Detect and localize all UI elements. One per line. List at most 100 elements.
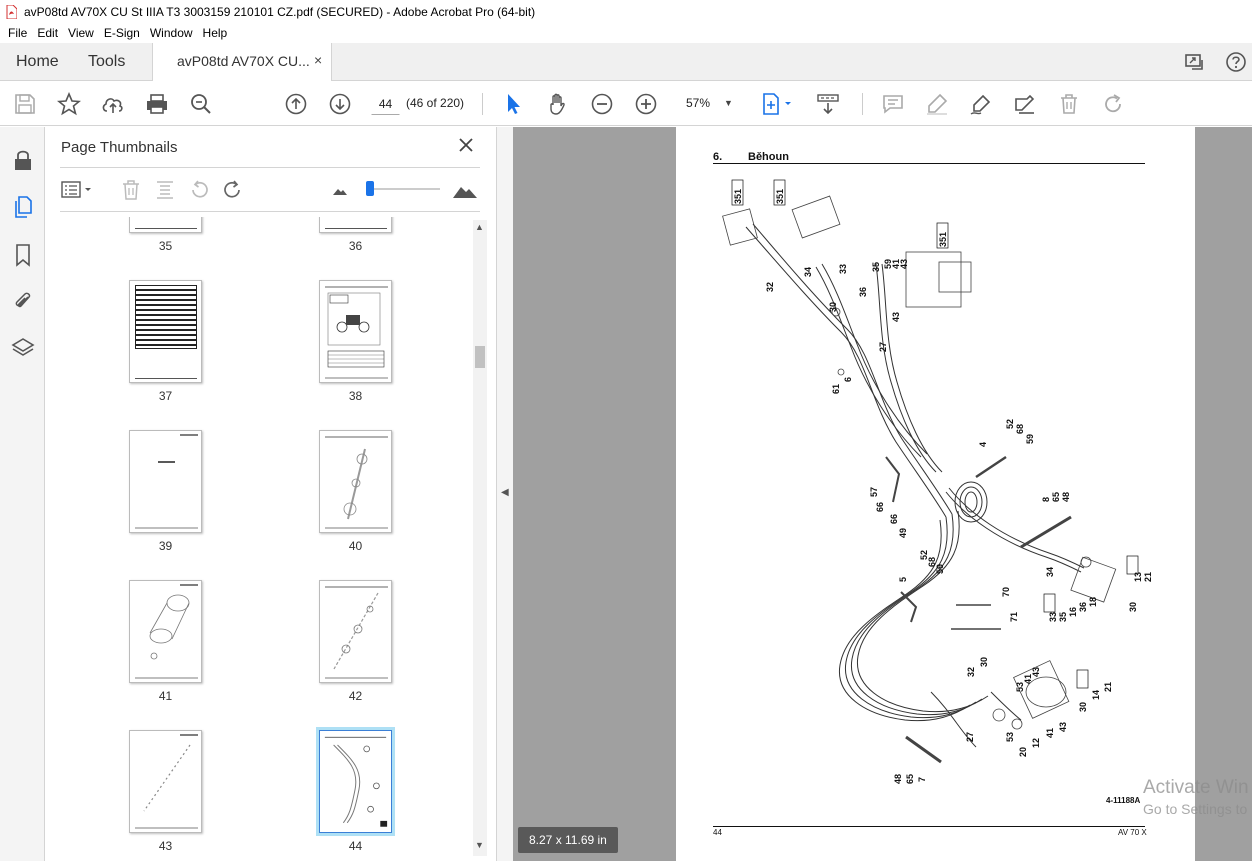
small-thumbnail-icon[interactable] — [332, 179, 348, 201]
main-toolbar: 44 (46 of 220) 57% ▼ — [0, 81, 1252, 126]
redo-icon[interactable] — [1101, 92, 1125, 116]
comment-icon[interactable] — [881, 92, 905, 116]
page-fit-icon[interactable] — [760, 92, 796, 116]
header-rule — [713, 163, 1145, 164]
callout: 30 — [828, 302, 838, 312]
callout: 43 — [891, 312, 901, 322]
tab-document[interactable]: avP08td AV70X CU... × — [152, 43, 332, 81]
thumbnail-label: 37 — [158, 389, 173, 403]
activation-watermark-hint: Go to Settings to — [1143, 801, 1248, 817]
page-size-badge: 8.27 x 11.69 in — [518, 827, 618, 853]
select-cursor-icon[interactable] — [502, 92, 526, 116]
rotate-left-icon[interactable] — [188, 179, 210, 201]
bookmarks-icon[interactable] — [11, 243, 35, 267]
page-thumbnail[interactable] — [319, 217, 392, 233]
page-footer-model: AV 70 X — [1118, 828, 1147, 837]
layers-icon[interactable] — [11, 336, 35, 360]
upload-cloud-icon[interactable] — [101, 92, 125, 116]
page-thumbnail[interactable] — [129, 580, 202, 683]
parts-diagram: 351 351 351 32 34 33 30 36 35 59 41 43 4… — [722, 179, 1153, 784]
menu-help[interactable]: Help — [198, 26, 233, 40]
page-thumbnail[interactable] — [129, 430, 202, 533]
page-thumbnail[interactable] — [129, 280, 202, 383]
thumbnail-scrollbar[interactable]: ▲ ▼ — [473, 220, 487, 856]
page-number-input[interactable]: 44 — [371, 92, 400, 115]
zoom-search-icon[interactable] — [189, 92, 213, 116]
page-thumbnail[interactable] — [319, 280, 392, 383]
callout: 43 — [1058, 722, 1068, 732]
page-thumbnail[interactable] — [319, 580, 392, 683]
tab-bar: Home Tools avP08td AV70X CU... × — [0, 43, 1252, 81]
draw-pen-icon[interactable] — [969, 92, 993, 116]
callout: 52 — [1005, 419, 1015, 429]
document-view[interactable]: 6. Běhoun 351 351 351 32 34 33 30 36 35 … — [513, 127, 1252, 861]
options-menu-icon[interactable] — [60, 179, 96, 201]
panel-splitter[interactable]: ◀ — [496, 127, 513, 861]
page-thumbnail[interactable] — [319, 430, 392, 533]
tab-tools[interactable]: Tools — [88, 53, 125, 71]
menu-esign[interactable]: E-Sign — [99, 26, 145, 40]
title-bar: avP08td AV70X CU St IIIA T3 3003159 2101… — [0, 0, 1252, 23]
thumbnail-label: 38 — [348, 389, 363, 403]
scroll-down-icon[interactable]: ▼ — [475, 840, 484, 850]
menu-edit[interactable]: Edit — [32, 26, 63, 40]
scroll-mode-icon[interactable] — [816, 92, 840, 116]
zoom-select[interactable]: 57% ▼ — [678, 92, 738, 115]
zoom-out-icon[interactable] — [590, 92, 614, 116]
panel-title: Page Thumbnails — [61, 139, 178, 156]
save-icon[interactable] — [13, 92, 37, 116]
zoom-in-icon[interactable] — [634, 92, 658, 116]
large-thumbnail-icon[interactable] — [452, 179, 478, 201]
scrollbar-thumb[interactable] — [475, 346, 485, 368]
bookmark-star-icon[interactable] — [56, 91, 82, 116]
tab-close-icon[interactable]: × — [314, 52, 322, 68]
page-thumbnail[interactable] — [129, 730, 202, 833]
share-screen-icon[interactable] — [1183, 51, 1205, 73]
delete-icon[interactable] — [1057, 92, 1081, 116]
collapse-panel-icon[interactable]: ◀ — [501, 487, 509, 498]
highlight-pen-icon[interactable] — [925, 92, 949, 116]
help-icon[interactable] — [1225, 51, 1247, 73]
page-thumbnails-icon[interactable] — [11, 195, 35, 219]
fill-sign-icon[interactable] — [1013, 92, 1037, 116]
callout: 32 — [966, 667, 976, 677]
menu-file[interactable]: File — [3, 26, 32, 40]
callout: 43 — [1031, 667, 1041, 677]
page-thumbnail-selected[interactable] — [316, 727, 395, 836]
callout: 35 — [871, 262, 881, 272]
callout: 21 — [1143, 572, 1153, 582]
thumbnail-label: 39 — [158, 539, 173, 553]
callout: 8 — [1041, 497, 1051, 502]
section-number: 6. — [713, 151, 723, 163]
pdf-file-icon — [6, 4, 17, 19]
toolbar-divider — [862, 93, 863, 115]
rotate-right-icon[interactable] — [222, 179, 244, 201]
callout: 43 — [899, 259, 909, 269]
print-icon[interactable] — [145, 92, 169, 116]
callout: 14 — [1091, 690, 1101, 700]
extract-pages-icon[interactable] — [154, 179, 176, 201]
delete-page-icon[interactable] — [120, 179, 142, 201]
previous-page-icon[interactable] — [284, 92, 308, 116]
next-page-icon[interactable] — [328, 92, 352, 116]
close-icon[interactable] — [456, 135, 476, 155]
callout: 351 — [775, 189, 785, 204]
lock-icon[interactable] — [11, 148, 35, 172]
thumbnail-size-slider[interactable] — [366, 181, 374, 196]
attachments-icon[interactable] — [11, 289, 35, 313]
scroll-up-icon[interactable]: ▲ — [475, 222, 484, 232]
page-thumbnail[interactable] — [129, 217, 202, 233]
callout: 59 — [1025, 434, 1035, 444]
menu-view[interactable]: View — [63, 26, 99, 40]
callout: 12 — [1031, 738, 1041, 748]
thumbnail-label: 35 — [158, 239, 173, 253]
menu-window[interactable]: Window — [145, 26, 198, 40]
navigation-rail — [0, 127, 45, 861]
zoom-value: 57% — [686, 96, 711, 110]
callout: 30 — [1128, 602, 1138, 612]
page-count-label: (46 of 220) — [406, 96, 465, 110]
thumbnail-label: 44 — [348, 839, 363, 853]
tab-home[interactable]: Home — [16, 53, 59, 71]
hand-tool-icon[interactable] — [546, 92, 570, 116]
thumbnail-label: 40 — [348, 539, 363, 553]
